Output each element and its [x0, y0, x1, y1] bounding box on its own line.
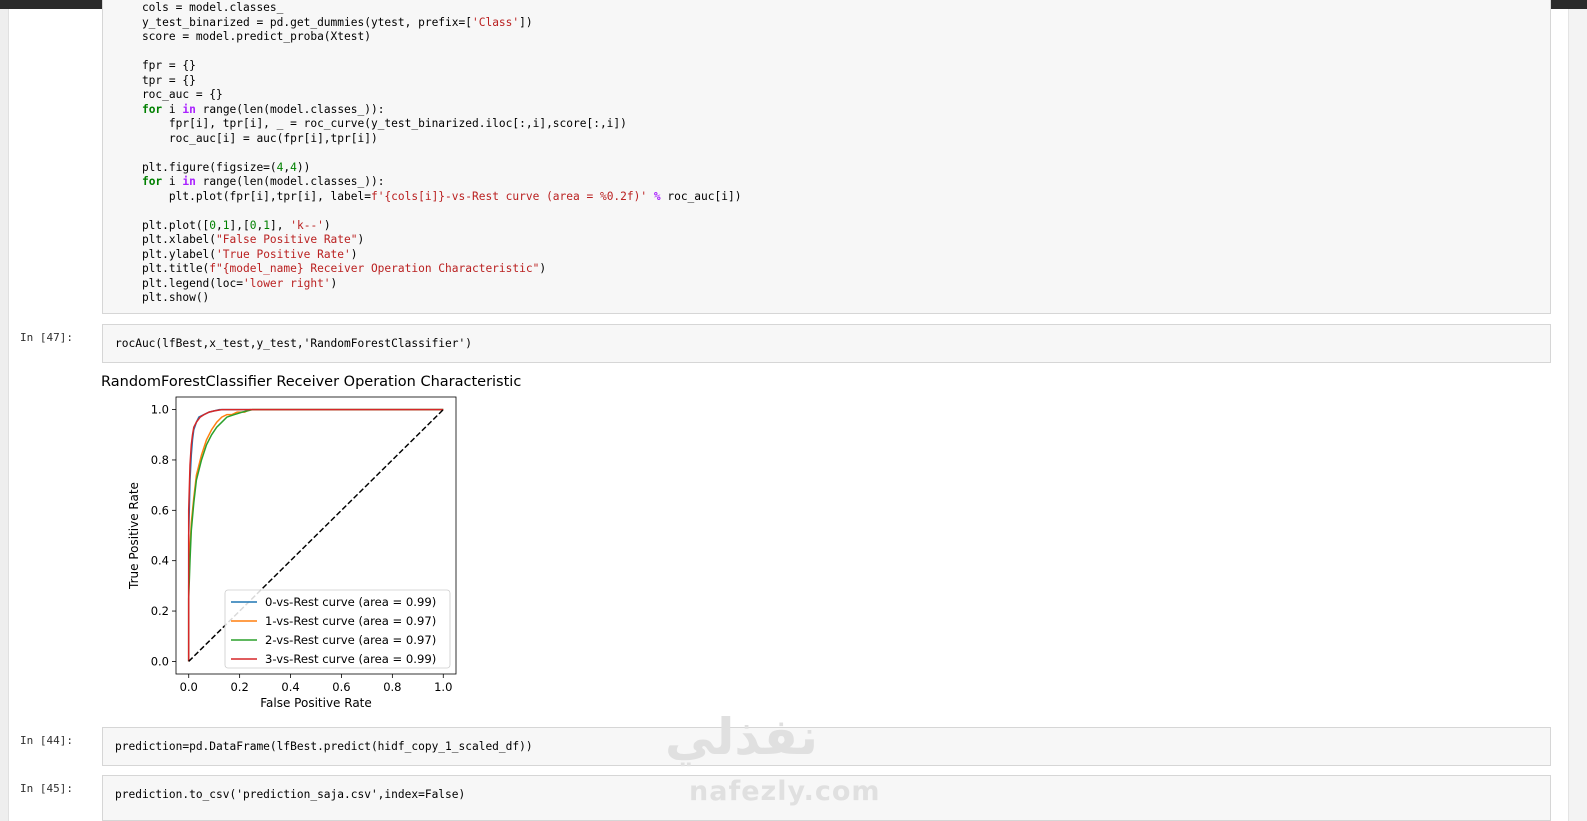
y-tick-label: 1.0	[151, 403, 169, 417]
cell-prompt-45: In [45]:	[20, 782, 73, 795]
code-line: plt.title(f"{model_name} Receiver Operat…	[115, 262, 547, 275]
watermark-logo: نفذلي nafezly.com	[665, 708, 880, 807]
code-editor[interactable]: cols = model.classes_ y_test_binarized =…	[103, 0, 1550, 306]
y-tick-label: 0.6	[151, 503, 169, 517]
code-line: tpr = {}	[115, 73, 196, 87]
watermark-arabic: نفذلي	[665, 708, 819, 766]
code-line: plt.legend(loc='lower right')	[115, 276, 338, 290]
x-axis-label: False Positive Rate	[260, 696, 372, 710]
code-line: y_test_binarized = pd.get_dummies(ytest,…	[115, 15, 533, 29]
y-axis-label: True Positive Rate	[127, 482, 141, 590]
code-line: plt.ylabel('True Positive Rate')	[115, 247, 358, 261]
code-line: roc_auc[i] = auc(fpr[i],tpr[i])	[115, 131, 378, 145]
code-line: score = model.predict_proba(Xtest)	[115, 30, 371, 43]
code-cell-44[interactable]: prediction=pd.DataFrame(lfBest.predict(h…	[102, 727, 1551, 766]
code-line: plt.show()	[115, 291, 210, 304]
scrollbar-track[interactable]	[1568, 9, 1587, 821]
legend-entry: 1-vs-Rest curve (area = 0.97)	[265, 614, 436, 628]
x-tick-label: 1.0	[434, 680, 452, 694]
cell-prompt-44: In [44]:	[20, 734, 73, 747]
code-line: fpr = {}	[115, 59, 196, 72]
code-line: for i in range(len(model.classes_)):	[141, 102, 385, 116]
left-gutter	[0, 9, 9, 821]
code-editor[interactable]: rocAuc(lfBest,x_test,y_test,'RandomFores…	[103, 325, 1550, 352]
y-tick-label: 0.0	[151, 654, 169, 668]
chart-title: RandomForestClassifier Receiver Operatio…	[101, 374, 522, 390]
legend-entry: 3-vs-Rest curve (area = 0.99)	[265, 652, 436, 666]
code-line: fpr[i], tpr[i], _ = roc_curve(y_test_bin…	[115, 117, 627, 130]
code-line: roc_auc = {}	[115, 88, 223, 101]
watermark-url: nafezly.com	[689, 776, 881, 807]
code-editor[interactable]: prediction=pd.DataFrame(lfBest.predict(h…	[103, 728, 1550, 755]
legend-entry: 0-vs-Rest curve (area = 0.99)	[265, 595, 436, 609]
code-line: for i in range(len(model.classes_)):	[141, 175, 385, 188]
code-line: plt.plot(fpr[i],tpr[i], label=f'{cols[i]…	[115, 189, 742, 203]
code-dataframe: prediction=pd.DataFrame(lfBest.predict(h…	[115, 740, 533, 753]
x-tick-label: 0.2	[230, 680, 248, 694]
code-line: plt.figure(figsize=(4,4))	[115, 160, 311, 174]
code-cell-function-def[interactable]: cols = model.classes_ y_test_binarized =…	[102, 0, 1551, 314]
code-line: cols = model.classes_	[115, 1, 284, 14]
code-func-call: rocAuc(lfBest,x_test,y_test,'RandomFores…	[115, 337, 472, 350]
x-tick-label: 0.0	[180, 680, 198, 694]
y-tick-label: 0.4	[151, 554, 169, 568]
roc-chart: 0.0 0.0 0.2 0.2 0.4 0.4 0.6 0.6 0.8 0.8 1.0 1.0 Fals…	[127, 396, 457, 710]
y-tick-label: 0.8	[151, 453, 169, 467]
code-line: plt.plot([0,1],[0,1], 'k--')	[115, 218, 331, 232]
cell-prompt-47: In [47]:	[20, 331, 73, 344]
legend-entry: 2-vs-Rest curve (area = 0.97)	[265, 633, 436, 647]
code-cell-47[interactable]: rocAuc(lfBest,x_test,y_test,'RandomFores…	[102, 324, 1551, 363]
x-tick-label: 0.8	[383, 680, 401, 694]
code-line: plt.xlabel("False Positive Rate")	[115, 233, 365, 246]
x-tick-label: 0.4	[281, 680, 299, 694]
y-tick-label: 0.2	[151, 604, 169, 618]
x-tick-label: 0.6	[332, 680, 350, 694]
code-to-csv: prediction.to_csv('prediction_saja.csv',…	[115, 788, 466, 801]
